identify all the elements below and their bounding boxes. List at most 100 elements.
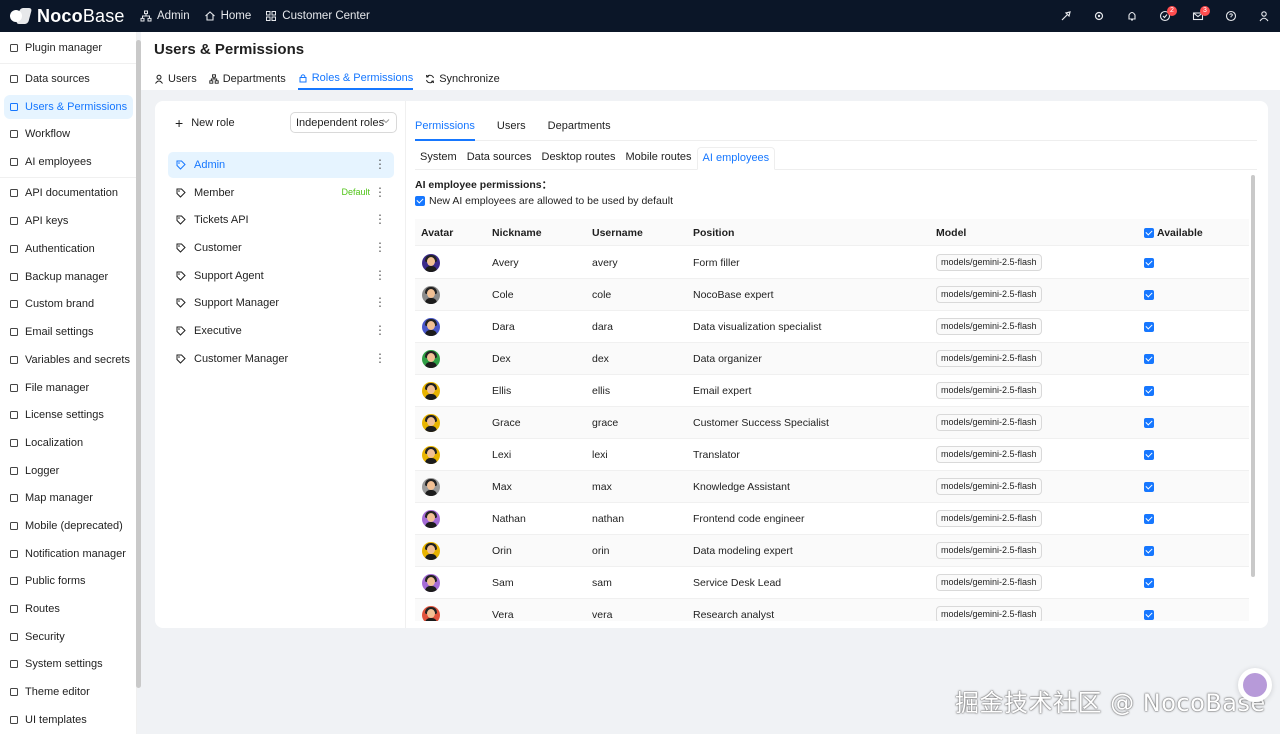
brand-icon bbox=[9, 299, 19, 309]
sidebar-item-system-settings[interactable]: System settings bbox=[4, 652, 133, 676]
available-checkbox[interactable] bbox=[1144, 354, 1154, 364]
topnav-item-home[interactable]: Home bbox=[204, 10, 251, 22]
tab-departments[interactable]: Departments bbox=[209, 68, 286, 90]
sidebar-item-users-permissions[interactable]: Users & Permissions bbox=[4, 95, 133, 119]
available-checkbox[interactable] bbox=[1144, 386, 1154, 396]
sidebar-item-workflow[interactable]: Workflow bbox=[4, 122, 133, 146]
topnav-item-admin[interactable]: Admin bbox=[140, 10, 190, 22]
sidebar-scrollbar[interactable] bbox=[136, 40, 141, 688]
tab-roles-permissions[interactable]: Roles & Permissions bbox=[297, 68, 414, 90]
avatar bbox=[422, 254, 440, 272]
sidebar-item-file-manager[interactable]: File manager bbox=[4, 376, 133, 400]
more-vertical-icon[interactable]: ⋮ bbox=[374, 240, 386, 254]
role-item[interactable]: Admin ⋮ bbox=[168, 152, 394, 178]
sidebar-item-label: Routes bbox=[25, 603, 60, 615]
role-name: Admin bbox=[194, 159, 226, 171]
table-scrollbar[interactable] bbox=[1251, 175, 1255, 577]
detail-tab-permissions[interactable]: Permissions bbox=[415, 115, 475, 141]
sidebar-item-logger[interactable]: Logger bbox=[4, 459, 133, 483]
sidebar-item-label: Variables and secrets bbox=[25, 354, 130, 366]
table-row: Cole cole NocoBase expert models/gemini-2.5… bbox=[415, 279, 1249, 311]
more-vertical-icon[interactable]: ⋮ bbox=[374, 351, 386, 365]
available-checkbox[interactable] bbox=[1144, 610, 1154, 620]
available-checkbox[interactable] bbox=[1144, 482, 1154, 492]
cell-username: max bbox=[592, 481, 612, 493]
subtab-data-sources[interactable]: Data sources bbox=[462, 147, 537, 170]
user-avatar-icon[interactable] bbox=[1247, 0, 1280, 32]
avatar bbox=[422, 350, 440, 368]
settings-gear-icon[interactable] bbox=[1082, 0, 1115, 32]
more-vertical-icon[interactable]: ⋮ bbox=[374, 268, 386, 282]
role-item[interactable]: Support Manager ⋮ bbox=[168, 290, 394, 316]
available-checkbox[interactable] bbox=[1144, 546, 1154, 556]
available-checkbox[interactable] bbox=[1144, 450, 1154, 460]
panel-divider bbox=[405, 101, 406, 628]
avatar bbox=[422, 414, 440, 432]
role-item[interactable]: Tickets API ⋮ bbox=[168, 207, 394, 233]
ai-assistant-button[interactable] bbox=[1238, 668, 1272, 702]
subtab-mobile-routes[interactable]: Mobile routes bbox=[620, 147, 696, 170]
new-role-button[interactable]: + New role bbox=[175, 115, 235, 131]
theme-brush-icon[interactable] bbox=[1049, 0, 1082, 32]
sidebar-item-mobile-deprecated[interactable]: Mobile (deprecated) bbox=[4, 514, 133, 538]
sidebar-item-notification-manager[interactable]: Notification manager bbox=[4, 542, 133, 566]
sidebar-item-custom-brand[interactable]: Custom brand bbox=[4, 292, 133, 316]
top-bar: NocoBase Admin Home Customer Center 2 3 bbox=[0, 0, 1280, 32]
more-vertical-icon[interactable]: ⋮ bbox=[374, 185, 386, 199]
more-vertical-icon[interactable]: ⋮ bbox=[374, 212, 386, 226]
more-vertical-icon[interactable]: ⋮ bbox=[374, 323, 386, 337]
sidebar-item-routes[interactable]: Routes bbox=[4, 597, 133, 621]
globe-icon bbox=[9, 438, 19, 448]
role-item[interactable]: Customer ⋮ bbox=[168, 235, 394, 261]
tab-users[interactable]: Users bbox=[154, 68, 197, 90]
table-row: Lexi lexi Translator models/gemini-2.5-flas… bbox=[415, 439, 1249, 471]
model-tag: models/gemini-2.5-flash bbox=[936, 318, 1042, 335]
tag-icon bbox=[176, 160, 186, 170]
role-item[interactable]: Executive ⋮ bbox=[168, 318, 394, 344]
sidebar-item-map-manager[interactable]: Map manager bbox=[4, 486, 133, 510]
default-permission-checkbox[interactable]: New AI employees are allowed to be used … bbox=[415, 195, 673, 207]
sidebar-item-variables-and-secrets[interactable]: Variables and secrets bbox=[4, 348, 133, 372]
sidebar-item-data-sources[interactable]: Data sources bbox=[4, 67, 133, 91]
sidebar-item-ai-employees[interactable]: AI employees bbox=[4, 150, 133, 174]
column-available[interactable]: Available bbox=[1144, 227, 1203, 239]
sidebar-item-license-settings[interactable]: License settings bbox=[4, 403, 133, 427]
workflow-icon bbox=[9, 129, 19, 139]
role-item[interactable]: Support Agent ⋮ bbox=[168, 263, 394, 289]
sidebar-item-backup-manager[interactable]: Backup manager bbox=[4, 265, 133, 289]
detail-tab-users[interactable]: Users bbox=[497, 115, 526, 141]
role-item[interactable]: Customer Manager ⋮ bbox=[168, 346, 394, 372]
detail-tab-departments[interactable]: Departments bbox=[548, 115, 611, 141]
role-item[interactable]: Member Default ⋮ bbox=[168, 180, 394, 206]
available-checkbox[interactable] bbox=[1144, 290, 1154, 300]
sidebar-item-email-settings[interactable]: Email settings bbox=[4, 320, 133, 344]
available-checkbox[interactable] bbox=[1144, 514, 1154, 524]
available-checkbox[interactable] bbox=[1144, 322, 1154, 332]
help-icon[interactable] bbox=[1214, 0, 1247, 32]
topnav-item-customer-center[interactable]: Customer Center bbox=[265, 10, 370, 22]
more-vertical-icon[interactable]: ⋮ bbox=[374, 295, 386, 309]
tab-synchronize[interactable]: Synchronize bbox=[425, 68, 500, 90]
inbox-icon[interactable]: 3 bbox=[1181, 0, 1214, 32]
sidebar-item-authentication[interactable]: Authentication bbox=[4, 237, 133, 261]
sidebar-item-api-keys[interactable]: API keys bbox=[4, 209, 133, 233]
sidebar-item-plugin-manager[interactable]: Plugin manager bbox=[4, 36, 133, 60]
tasks-icon[interactable]: 2 bbox=[1148, 0, 1181, 32]
cell-position: Translator bbox=[693, 449, 740, 461]
more-vertical-icon[interactable]: ⋮ bbox=[374, 157, 386, 171]
available-checkbox[interactable] bbox=[1144, 578, 1154, 588]
available-checkbox[interactable] bbox=[1144, 258, 1154, 268]
role-mode-select[interactable]: Independent roles bbox=[290, 112, 397, 133]
sidebar-item-localization[interactable]: Localization bbox=[4, 431, 133, 455]
app-logo[interactable]: NocoBase bbox=[0, 0, 140, 32]
sidebar-item-security[interactable]: Security bbox=[4, 625, 133, 649]
subtab-ai-employees[interactable]: AI employees bbox=[696, 147, 776, 170]
available-checkbox[interactable] bbox=[1144, 418, 1154, 428]
bell-icon[interactable] bbox=[1115, 0, 1148, 32]
sidebar-item-ui-templates[interactable]: UI templates bbox=[4, 708, 133, 732]
sidebar-item-public-forms[interactable]: Public forms bbox=[4, 569, 133, 593]
subtab-system[interactable]: System bbox=[415, 147, 462, 170]
subtab-desktop-routes[interactable]: Desktop routes bbox=[537, 147, 621, 170]
sidebar-item-theme-editor[interactable]: Theme editor bbox=[4, 680, 133, 704]
sidebar-item-api-documentation[interactable]: API documentation bbox=[4, 181, 133, 205]
